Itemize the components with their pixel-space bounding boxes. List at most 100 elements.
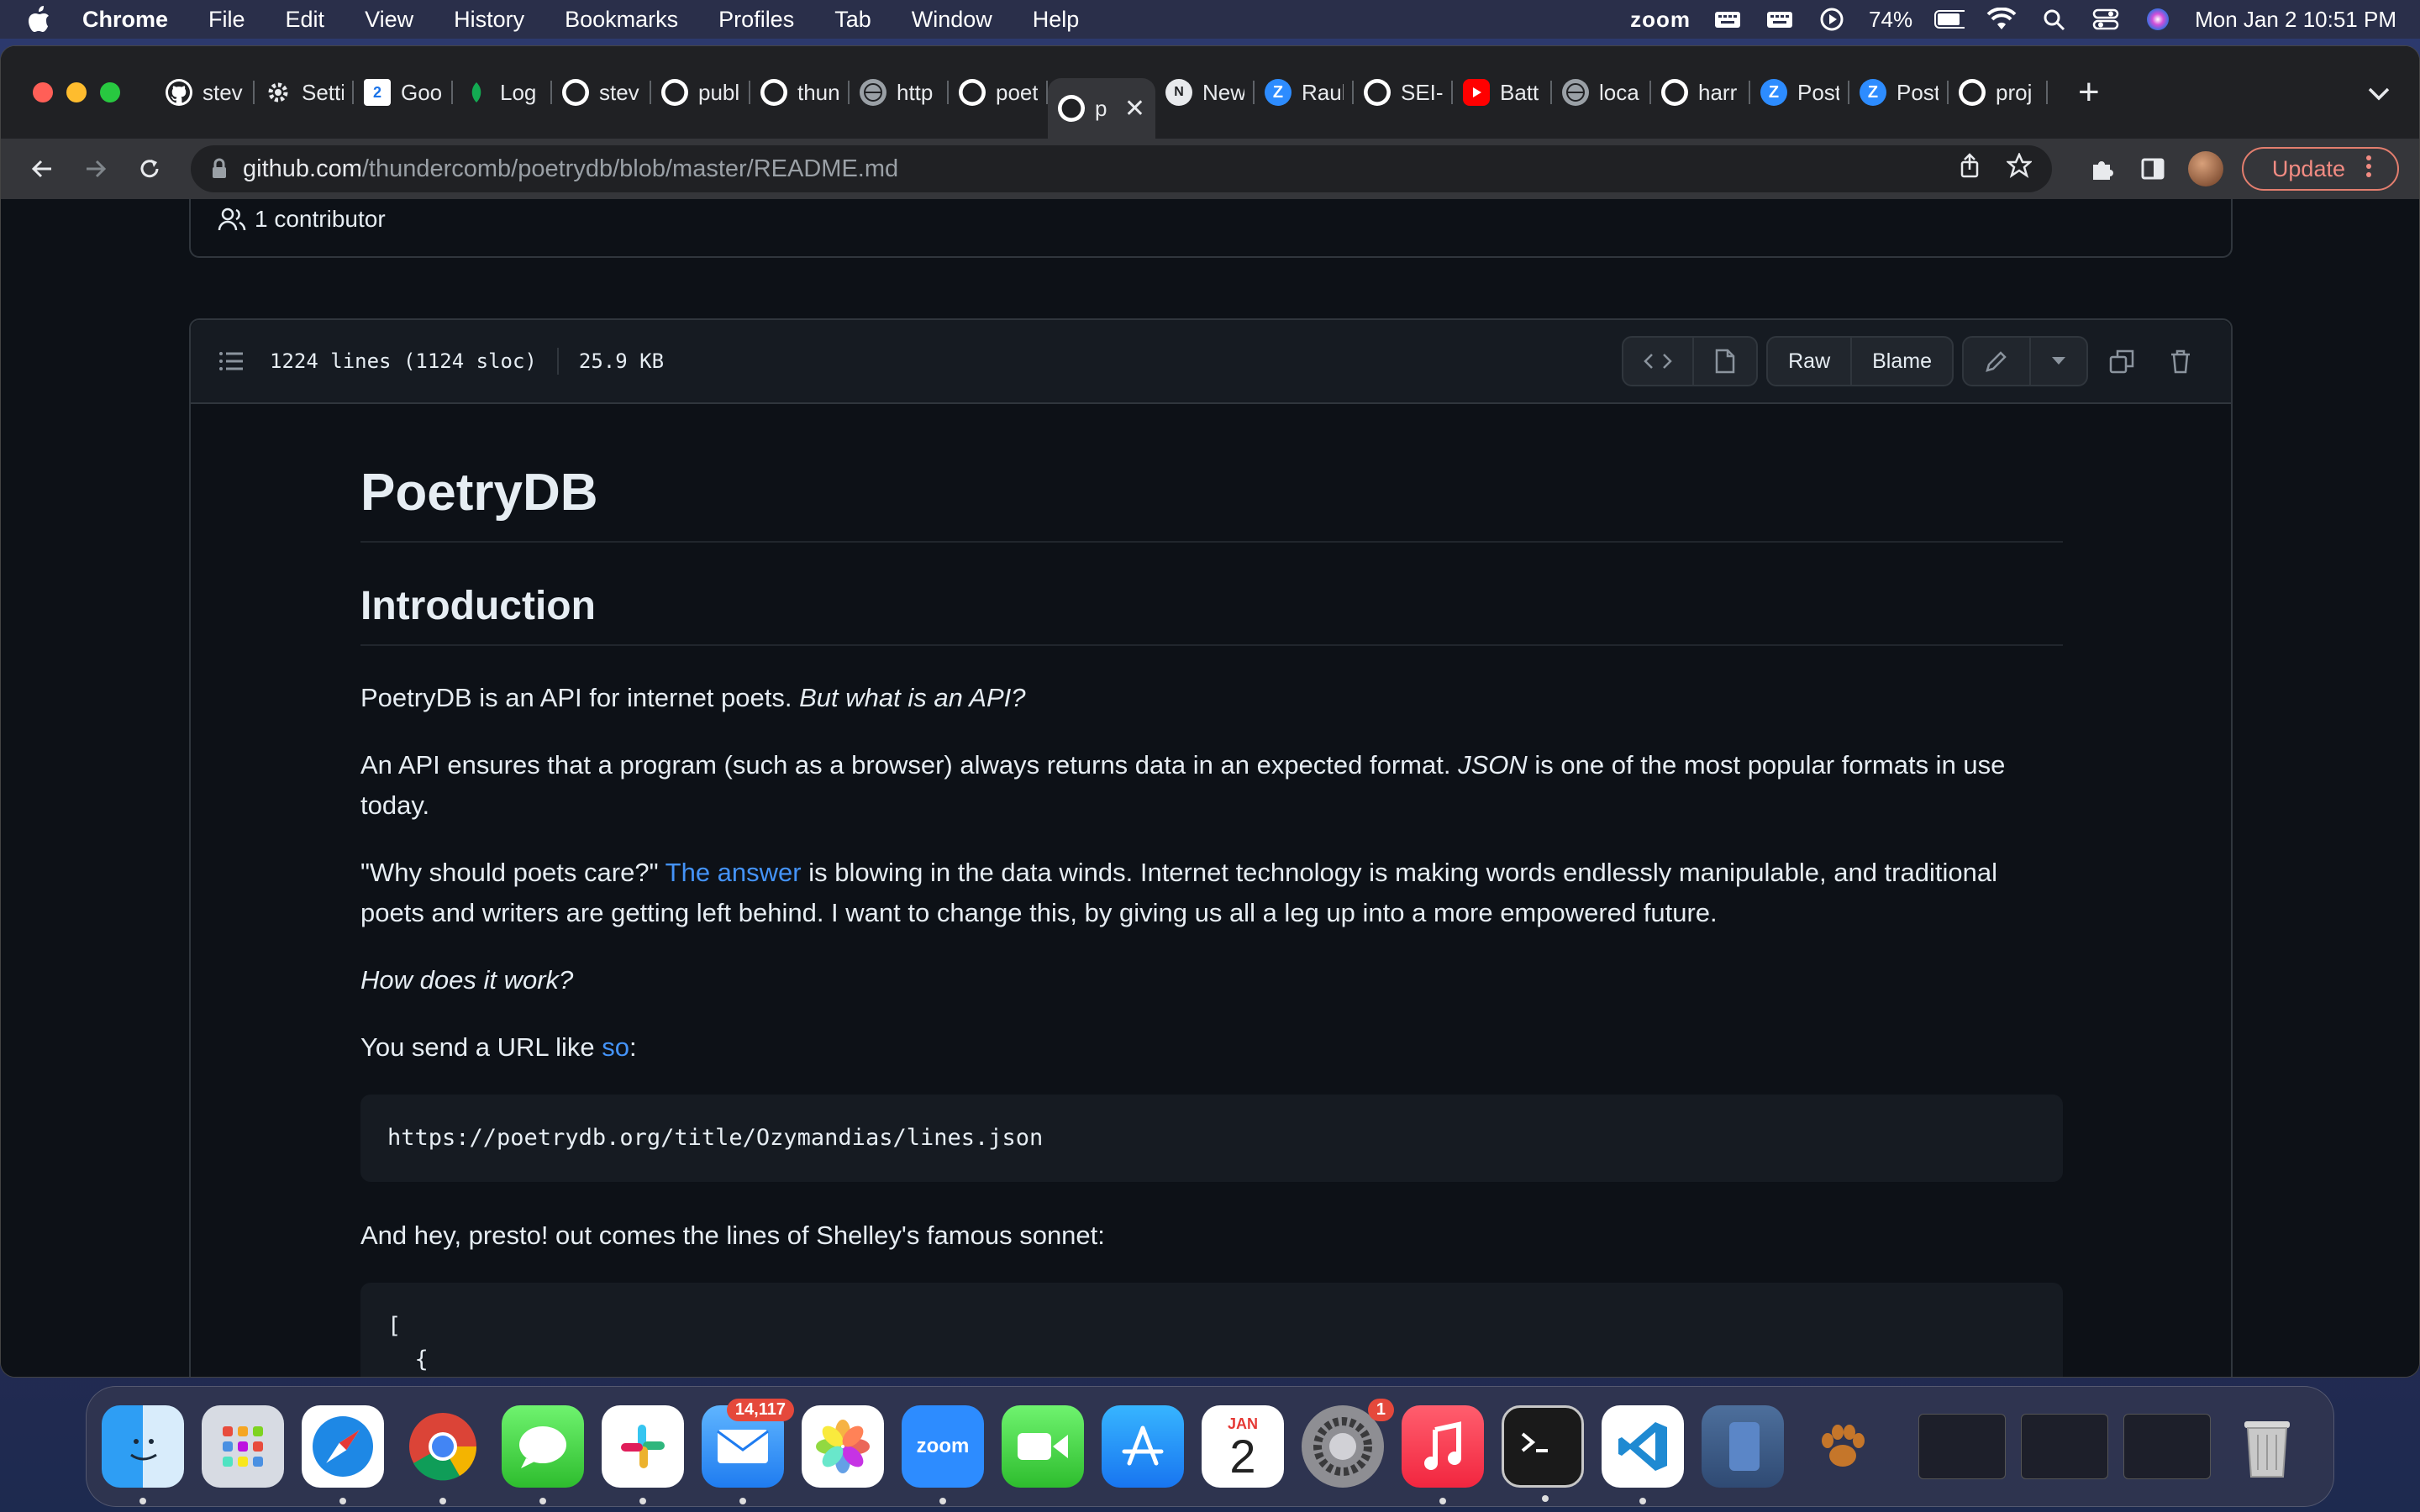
tab-10[interactable]: N New [1155, 66, 1255, 119]
tab-17[interactable]: Z Post [1849, 66, 1949, 119]
tab-1[interactable]: Setti [255, 66, 354, 119]
reload-button[interactable] [129, 148, 171, 190]
play-circle-icon[interactable] [1817, 7, 1847, 32]
preview-file-icon[interactable] [1692, 338, 1756, 385]
maximize-window-button[interactable] [100, 82, 120, 102]
tab-3[interactable]: Log [453, 66, 552, 119]
edit-pencil-icon[interactable] [1964, 338, 2029, 385]
extensions-puzzle-icon[interactable] [2084, 150, 2121, 187]
menu-tab[interactable]: Tab [834, 7, 871, 33]
tab-0[interactable]: stev [155, 66, 255, 119]
close-window-button[interactable] [33, 82, 53, 102]
lock-icon[interactable] [211, 158, 228, 180]
tab-title: stev [203, 79, 243, 105]
share-icon[interactable] [1958, 153, 1981, 185]
terminal-icon[interactable] [1502, 1405, 1584, 1502]
the-answer-link[interactable]: The answer [666, 858, 802, 887]
menu-help[interactable]: Help [1033, 7, 1080, 33]
side-panel-icon[interactable] [2134, 150, 2171, 187]
menu-app-name[interactable]: Chrome [82, 7, 168, 33]
tab-2[interactable]: 2 Goo [354, 66, 453, 119]
system-preferences-icon[interactable]: 1 [1302, 1399, 1394, 1488]
zoom-status-icon[interactable]: zoom [1630, 7, 1691, 33]
control-center-icon[interactable] [2091, 7, 2121, 32]
files-folder-icon[interactable] [1702, 1405, 1784, 1488]
trash-icon[interactable] [2226, 1405, 2308, 1488]
copy-icon[interactable] [2096, 338, 2147, 385]
mail-icon[interactable]: 14,117 [702, 1399, 794, 1504]
tab-13[interactable]: Batt [1453, 66, 1552, 119]
tab-9-active[interactable]: p ✕ [1048, 78, 1155, 139]
menu-history[interactable]: History [454, 7, 524, 33]
finder-icon[interactable] [102, 1405, 184, 1504]
tab-title: Post [1897, 79, 1939, 105]
minimized-window-1[interactable] [1918, 1414, 2006, 1479]
kebab-menu-icon[interactable] [2365, 154, 2372, 185]
tab-title: harr [1698, 79, 1738, 105]
tab-title: SEI- [1401, 79, 1443, 105]
minimize-window-button[interactable] [66, 82, 87, 102]
tab-search-chevron-icon[interactable] [2367, 80, 2391, 108]
safari-icon[interactable] [302, 1405, 384, 1504]
messages-icon[interactable] [502, 1405, 584, 1504]
menu-view[interactable]: View [365, 7, 413, 33]
code-block-json[interactable]: [ { "lines": [ "I met a traveller from a… [360, 1283, 2063, 1377]
vscode-icon[interactable] [1602, 1405, 1684, 1504]
minimized-window-2[interactable] [2021, 1414, 2108, 1479]
chrome-icon[interactable] [402, 1405, 484, 1504]
forward-button[interactable] [75, 148, 117, 190]
tab-4[interactable]: stev [552, 66, 651, 119]
code-view-icon[interactable] [1623, 338, 1692, 385]
clock-datetime[interactable]: Mon Jan 2 10:51 PM [2195, 7, 2396, 33]
siri-icon[interactable] [2143, 7, 2173, 32]
calendar-app-icon[interactable]: JAN 2 [1202, 1405, 1284, 1488]
tab-14[interactable]: loca [1552, 66, 1651, 119]
menu-window[interactable]: Window [912, 7, 992, 33]
facetime-icon[interactable] [1002, 1405, 1084, 1488]
music-icon[interactable] [1402, 1405, 1484, 1504]
zoom-app-icon[interactable]: zoom [902, 1405, 984, 1504]
address-bar[interactable]: github.com/thundercomb/poetrydb/blob/mas… [191, 145, 2052, 192]
contributors-count[interactable]: 1 contributor [255, 206, 386, 233]
running-indicator [139, 1498, 146, 1504]
so-link[interactable]: so [602, 1032, 629, 1062]
battery-icon[interactable] [1934, 7, 1965, 32]
new-tab-button[interactable]: + [2078, 71, 2100, 113]
menu-edit[interactable]: Edit [286, 7, 325, 33]
spotlight-search-icon[interactable] [2039, 7, 2069, 32]
menu-profiles[interactable]: Profiles [718, 7, 794, 33]
delete-trash-icon[interactable] [2155, 338, 2206, 385]
wifi-icon[interactable] [1986, 7, 2017, 32]
blame-button[interactable]: Blame [1850, 338, 1952, 385]
keyboard-icon[interactable] [1712, 7, 1743, 32]
profile-avatar[interactable] [2187, 151, 2223, 186]
tab-15[interactable]: harr [1651, 66, 1750, 119]
menu-file[interactable]: File [208, 7, 245, 33]
keyboard-icon-2[interactable] [1765, 7, 1795, 32]
list-outline-icon[interactable] [216, 346, 246, 376]
bookmark-star-icon[interactable] [2005, 151, 2033, 185]
tab-8[interactable]: poet [949, 66, 1048, 119]
apple-icon[interactable] [24, 4, 54, 34]
edit-dropdown-icon[interactable] [2029, 338, 2086, 385]
photos-icon[interactable] [802, 1405, 884, 1488]
code-block-url[interactable]: https://poetrydb.org/title/Ozymandias/li… [360, 1095, 2063, 1182]
tab-title: Goo [401, 79, 443, 105]
slack-icon[interactable] [602, 1405, 684, 1504]
tab-11[interactable]: Z Raul [1255, 66, 1354, 119]
menu-bookmarks[interactable]: Bookmarks [565, 7, 678, 33]
tab-18[interactable]: proj [1949, 66, 2048, 119]
close-tab-icon[interactable]: ✕ [1124, 94, 1145, 123]
tab-6[interactable]: thun [750, 66, 850, 119]
tab-16[interactable]: Z Post [1750, 66, 1849, 119]
update-button[interactable]: Update [2241, 147, 2399, 191]
paw-icon[interactable] [1802, 1405, 1884, 1488]
minimized-window-3[interactable] [2123, 1414, 2211, 1479]
tab-7[interactable]: http [850, 66, 949, 119]
tab-12[interactable]: SEI- [1354, 66, 1453, 119]
app-store-icon[interactable] [1102, 1405, 1184, 1488]
launchpad-icon[interactable] [202, 1405, 284, 1488]
tab-5[interactable]: publ [651, 66, 750, 119]
raw-button[interactable]: Raw [1768, 338, 1850, 385]
back-button[interactable] [21, 148, 63, 190]
